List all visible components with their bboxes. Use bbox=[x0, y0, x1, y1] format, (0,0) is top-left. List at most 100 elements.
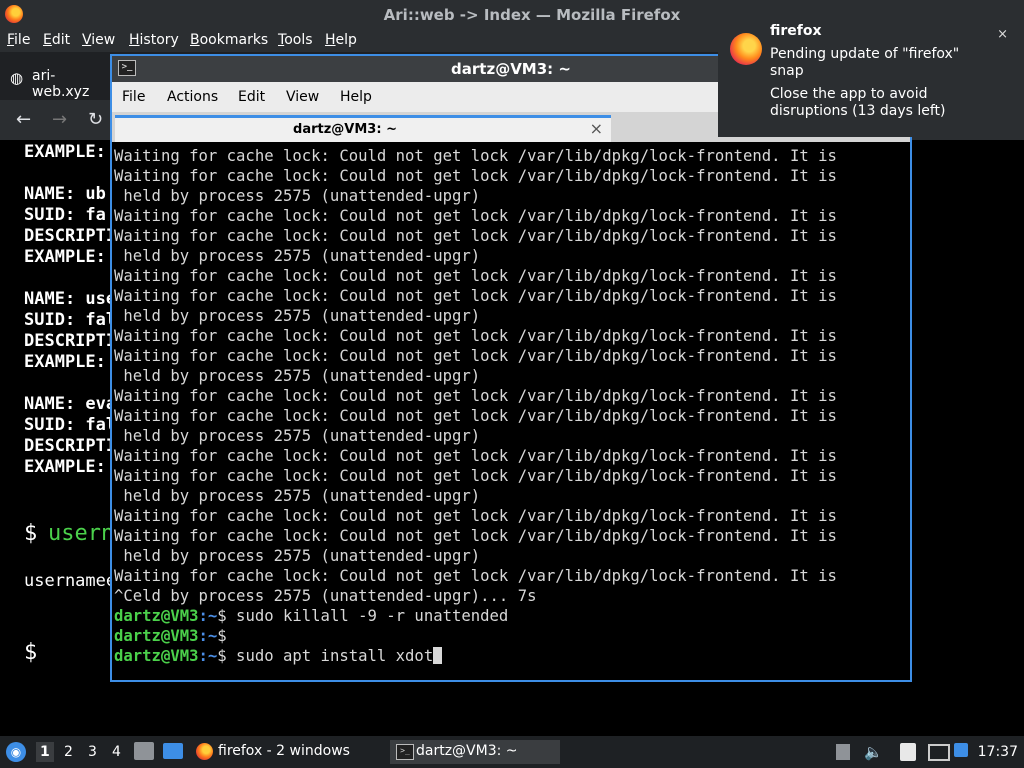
page-line: NAME: eva bbox=[24, 394, 117, 414]
update-icon[interactable] bbox=[954, 743, 968, 757]
notification-body-line: disruptions (13 days left) bbox=[770, 103, 946, 119]
back-icon[interactable]: ← bbox=[16, 109, 31, 130]
firefox-menu-file[interactable]: File bbox=[7, 32, 30, 48]
prompt-symbol: $ bbox=[217, 607, 227, 625]
prompt-symbol: $ bbox=[217, 647, 227, 665]
terminal-menu-view[interactable]: View bbox=[286, 89, 319, 105]
firefox-menu-help[interactable]: Help bbox=[325, 32, 357, 48]
workspace-2[interactable]: 2 bbox=[64, 744, 73, 760]
page-green-command: usern bbox=[48, 521, 115, 546]
firefox-menu-history[interactable]: History bbox=[129, 32, 179, 48]
forward-icon[interactable]: → bbox=[52, 109, 67, 130]
firefox-logo-icon bbox=[730, 33, 762, 65]
terminal-prompt-line: dartz@VM3:~$ bbox=[114, 626, 908, 646]
terminal-menu-edit[interactable]: Edit bbox=[238, 89, 265, 105]
page-line: EXAMPLE: bbox=[24, 247, 106, 267]
taskbar: ◉ 1 2 3 4 firefox - 2 windows >_ dartz@V… bbox=[0, 736, 1024, 768]
terminal-line: held by process 2575 (unattended-upgr) bbox=[114, 307, 481, 325]
prompt-path: :~ bbox=[198, 627, 218, 645]
terminal-window[interactable]: >_ dartz@VM3: ~ File Actions Edit View H… bbox=[110, 54, 912, 682]
terminal-line: Waiting for cache lock: Could not get lo… bbox=[114, 467, 837, 485]
page-line: EXAMPLE: bbox=[24, 457, 106, 477]
notification-app-name: firefox bbox=[770, 23, 822, 39]
notification-body-line: Pending update of "firefox" bbox=[770, 46, 960, 62]
page-line: SUID: fa bbox=[24, 205, 106, 225]
workspace-1[interactable]: 1 bbox=[36, 742, 54, 762]
text-cursor bbox=[433, 647, 443, 664]
page-prompt-symbol: $ bbox=[24, 521, 38, 546]
terminal-line: held by process 2575 (unattended-upgr) bbox=[114, 487, 481, 505]
page-line: EXAMPLE: bbox=[24, 352, 106, 372]
firefox-logo-icon bbox=[196, 743, 213, 760]
page-line: DESCRIPTI bbox=[24, 331, 117, 351]
taskbar-terminal-label: dartz@VM3: ~ bbox=[416, 743, 518, 759]
firefox-tab-label: ari-web.xyz bbox=[32, 68, 90, 100]
terminal-output[interactable]: Waiting for cache lock: Could not get lo… bbox=[114, 146, 908, 678]
page-line: NAME: use bbox=[24, 289, 117, 309]
network-icon[interactable] bbox=[928, 744, 950, 761]
terminal-icon: >_ bbox=[396, 744, 414, 760]
notes-icon[interactable] bbox=[900, 743, 916, 761]
start-menu-icon[interactable]: ◉ bbox=[6, 742, 26, 762]
firefox-menu-view[interactable]: View bbox=[82, 32, 115, 48]
file-manager-icon[interactable] bbox=[134, 742, 154, 760]
prompt-user: dartz@VM3 bbox=[114, 647, 199, 665]
terminal-prompt-line: dartz@VM3:~$ sudo killall -9 -r unattend… bbox=[114, 606, 908, 626]
terminal-line: Waiting for cache lock: Could not get lo… bbox=[114, 147, 837, 165]
page-line: DESCRIPTI bbox=[24, 436, 117, 456]
close-icon[interactable]: × bbox=[590, 119, 603, 138]
terminal-line: Waiting for cache lock: Could not get lo… bbox=[114, 207, 837, 225]
terminal-line: Waiting for cache lock: Could not get lo… bbox=[114, 507, 837, 525]
page-output: usernamee bbox=[24, 571, 117, 591]
prompt-command-input[interactable]: sudo apt install xdot bbox=[227, 647, 433, 665]
terminal-menu-help[interactable]: Help bbox=[340, 89, 372, 105]
terminal-line: held by process 2575 (unattended-upgr) bbox=[114, 367, 481, 385]
notification-body-line: Close the app to avoid bbox=[770, 86, 928, 102]
terminal-line: Waiting for cache lock: Could not get lo… bbox=[114, 527, 837, 545]
close-icon[interactable]: × bbox=[997, 27, 1008, 42]
terminal-prompt-line[interactable]: dartz@VM3:~$ sudo apt install xdot bbox=[114, 646, 908, 666]
terminal-menu-actions[interactable]: Actions bbox=[167, 89, 218, 105]
terminal-menu-file[interactable]: File bbox=[122, 89, 145, 105]
terminal-line: held by process 2575 (unattended-upgr) bbox=[114, 547, 481, 565]
firefox-menu-bookmarks[interactable]: Bookmarks bbox=[190, 32, 268, 48]
prompt-user: dartz@VM3 bbox=[114, 627, 199, 645]
show-desktop-icon[interactable] bbox=[163, 743, 183, 759]
page-line: NAME: ub bbox=[24, 184, 106, 204]
page-line: DESCRIPTI bbox=[24, 226, 117, 246]
terminal-line: Waiting for cache lock: Could not get lo… bbox=[114, 347, 837, 365]
terminal-line: held by process 2575 (unattended-upgr) bbox=[114, 247, 481, 265]
clock[interactable]: 17:37 bbox=[978, 744, 1018, 760]
page-line: SUID: fal bbox=[24, 310, 117, 330]
notification-body-line: snap bbox=[770, 63, 804, 79]
page-line: SUID: fal bbox=[24, 415, 117, 435]
taskbar-terminal-task[interactable]: >_ dartz@VM3: ~ bbox=[390, 740, 560, 764]
firefox-tab[interactable]: ◍ ari-web.xyz bbox=[6, 62, 110, 100]
prompt-path: :~ bbox=[198, 647, 218, 665]
notification-popup[interactable]: firefox Pending update of "firefox" snap… bbox=[718, 7, 1024, 137]
terminal-line: Waiting for cache lock: Could not get lo… bbox=[114, 387, 837, 405]
taskbar-firefox-task[interactable]: firefox - 2 windows bbox=[192, 740, 382, 764]
volume-icon[interactable]: 🔈 bbox=[864, 743, 883, 761]
firefox-menu-edit[interactable]: Edit bbox=[43, 32, 70, 48]
terminal-line: Waiting for cache lock: Could not get lo… bbox=[114, 567, 837, 585]
terminal-line: Waiting for cache lock: Could not get lo… bbox=[114, 267, 837, 285]
prompt-user: dartz@VM3 bbox=[114, 607, 199, 625]
terminal-line: Waiting for cache lock: Could not get lo… bbox=[114, 227, 837, 245]
terminal-line: Waiting for cache lock: Could not get lo… bbox=[114, 327, 837, 345]
firefox-menu-tools[interactable]: Tools bbox=[278, 32, 313, 48]
prompt-command: sudo killall -9 -r unattended bbox=[226, 607, 509, 625]
github-icon: ◍ bbox=[10, 69, 24, 87]
terminal-line: held by process 2575 (unattended-upgr) bbox=[114, 187, 481, 205]
terminal-line: Waiting for cache lock: Could not get lo… bbox=[114, 167, 837, 185]
terminal-line: held by process 2575 (unattended-upgr) bbox=[114, 427, 481, 445]
workspace-4[interactable]: 4 bbox=[112, 744, 121, 760]
terminal-line: ^Celd by process 2575 (unattended-upgr).… bbox=[114, 587, 537, 605]
terminal-tab[interactable]: dartz@VM3: ~ × bbox=[115, 115, 611, 142]
clipboard-icon[interactable] bbox=[836, 744, 850, 760]
terminal-line: Waiting for cache lock: Could not get lo… bbox=[114, 287, 837, 305]
taskbar-firefox-label: firefox - 2 windows bbox=[218, 743, 350, 759]
reload-icon[interactable]: ↻ bbox=[88, 109, 103, 130]
prompt-path: :~ bbox=[198, 607, 218, 625]
workspace-3[interactable]: 3 bbox=[88, 744, 97, 760]
